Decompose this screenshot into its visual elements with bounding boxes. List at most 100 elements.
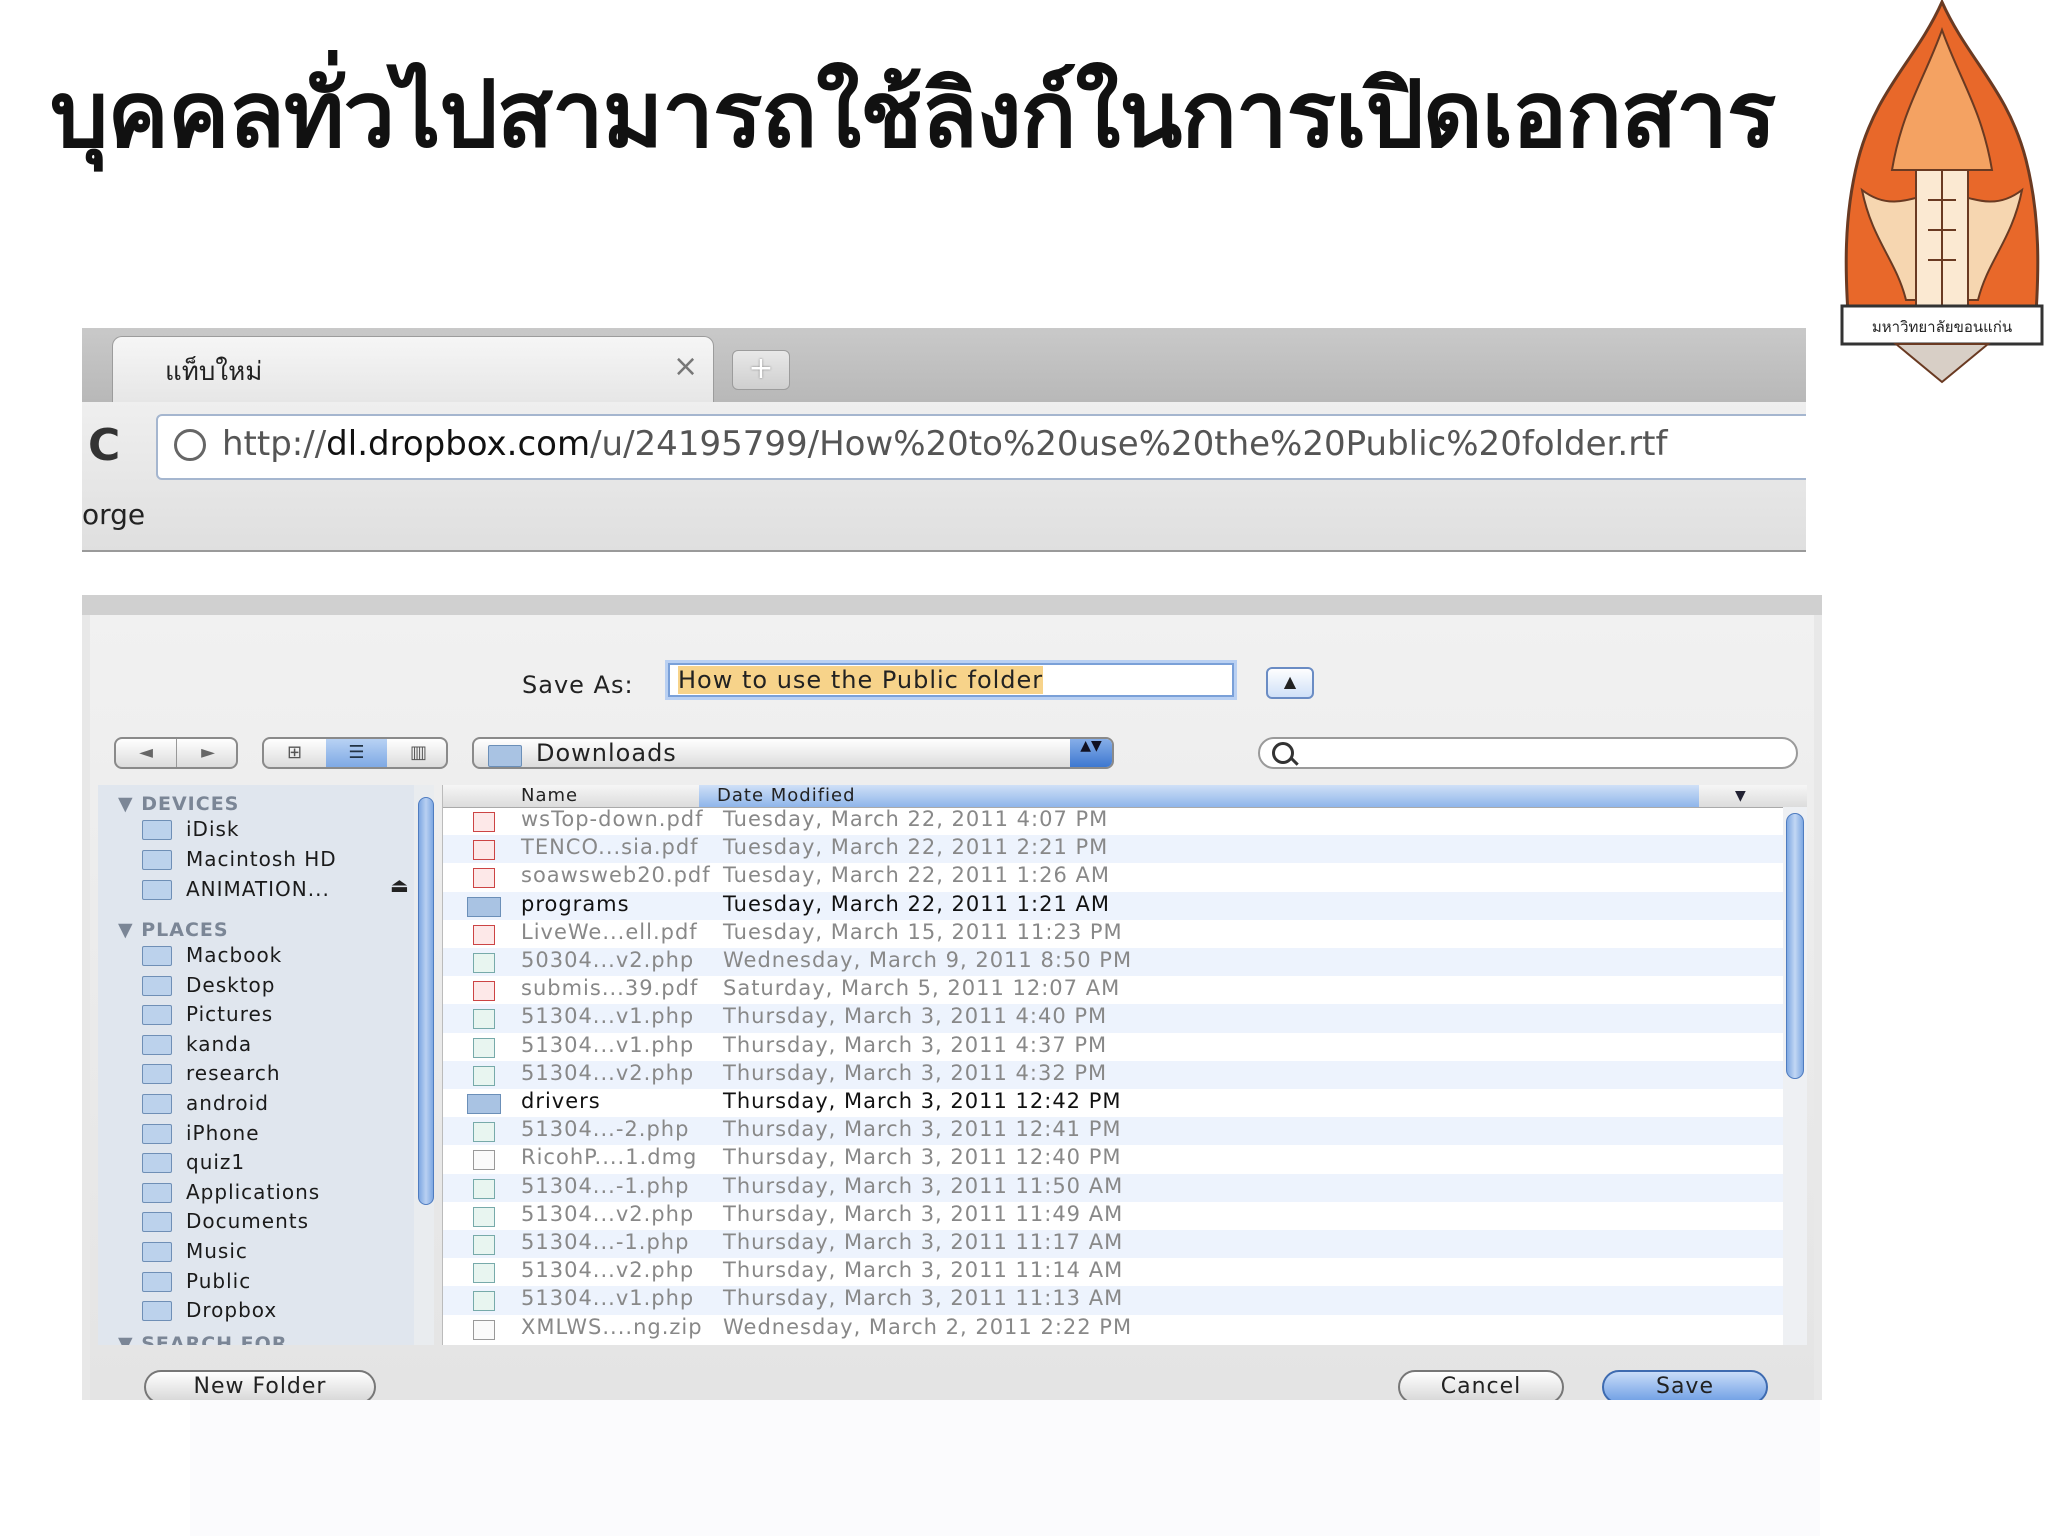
new-tab-button[interactable]: +	[732, 350, 790, 390]
save-dialog: Save As: How to use the Public folder ▲ …	[82, 595, 1822, 1400]
new-folder-button[interactable]: New Folder	[144, 1370, 376, 1400]
search-input[interactable]	[1258, 737, 1798, 769]
file-name: 51304...v1.php	[521, 1032, 695, 1057]
folder-icon	[488, 745, 522, 767]
file-name: 51304...v1.php	[521, 1004, 695, 1029]
file-row[interactable]: LiveWe...ell.pdf Tuesday, March 15, 2011 …	[443, 920, 1783, 948]
file-date-modified: Thursday, March 3, 2011 12:42 PM	[723, 1089, 1122, 1113]
file-date-modified: Thursday, March 3, 2011 4:37 PM	[723, 1032, 1108, 1057]
file-row[interactable]: 51304...v2.php Thursday, March 3, 2011 11…	[443, 1258, 1783, 1286]
sidebar-item-label: research	[186, 1061, 281, 1086]
file-row[interactable]: submis...39.pdf Saturday, March 5, 2011 1…	[443, 976, 1783, 1004]
sidebar-item-label: Pictures	[186, 1002, 274, 1027]
sidebar-section-devices[interactable]: ▼ DEVICES	[118, 793, 239, 815]
back-forward-control: ◄ ►	[114, 737, 238, 769]
file-row[interactable]: XMLWS....ng.zip Wednesday, March 2, 2011 …	[443, 1315, 1783, 1343]
location-popup[interactable]: Downloads ▲▼	[472, 737, 1114, 769]
file-row[interactable]: soawsweb20.pdf Tuesday, March 22, 2011 1:…	[443, 863, 1783, 891]
pdf-file-icon	[473, 924, 495, 945]
file-row[interactable]: RicohP....1.dmg Thursday, March 3, 2011 1…	[443, 1145, 1783, 1173]
folder-icon	[142, 1182, 172, 1203]
sidebar-item-label: Macbook	[186, 943, 283, 967]
sidebar-item-label: iDisk	[186, 817, 240, 841]
browser-window: แท็บใหม่ × + C http://dl.dropbox.com/u/2…	[82, 328, 1806, 552]
bookmark-item[interactable]: orge	[82, 498, 145, 531]
sidebar-item-label: Dropbox	[186, 1298, 278, 1323]
file-date-modified: Tuesday, March 22, 2011 1:21 AM	[723, 891, 1110, 916]
expand-dialog-button[interactable]: ▲	[1266, 667, 1314, 699]
forward-arrow-icon[interactable]: ►	[178, 739, 238, 767]
folder-icon	[142, 1212, 172, 1233]
column-view-icon[interactable]: ▥	[388, 739, 449, 767]
folder-icon	[142, 1153, 172, 1174]
file-row[interactable]: 50304...v2.php Wednesday, March 9, 2011 8…	[443, 948, 1783, 977]
tab-strip: แท็บใหม่ × +	[82, 328, 1806, 403]
sidebar-item-label: iPhone	[186, 1120, 260, 1145]
file-list-scrollbar[interactable]	[1783, 807, 1807, 1345]
sidebar: ▼ DEVICES ⏏ ▼ PLACES ▼ SEARCH FOR iDisk M…	[98, 785, 434, 1345]
php-file-icon	[473, 953, 495, 973]
url-scheme: http://	[222, 424, 327, 464]
sidebar-item-label: android	[186, 1091, 269, 1115]
sidebar-item-label: Music	[186, 1239, 248, 1263]
cancel-button[interactable]: Cancel	[1398, 1370, 1564, 1400]
file-date-modified: Tuesday, March 22, 2011 4:07 PM	[723, 807, 1109, 831]
back-arrow-icon[interactable]: ◄	[116, 739, 177, 767]
pdf-file-icon	[473, 981, 495, 1002]
php-file-icon	[473, 1263, 495, 1284]
column-name-header[interactable]: Name	[521, 785, 578, 807]
sidebar-item-label: ANIMATION...	[186, 877, 330, 901]
file-row[interactable]: TENCO...sia.pdf Tuesday, March 22, 2011 2…	[443, 835, 1783, 864]
save-as-label: Save As:	[522, 671, 634, 699]
icon-view-icon[interactable]: ⊞	[264, 739, 325, 767]
slide-title: บุคคลทั่วไปสามารถใช้ลิงก์ในการเปิดเอกสาร	[50, 61, 1776, 168]
folder-icon	[142, 1034, 172, 1055]
file-row[interactable]: 51304...v1.php Thursday, March 3, 2011 4:…	[443, 1004, 1783, 1033]
php-file-icon	[473, 1235, 495, 1255]
file-name: soawsweb20.pdf	[521, 863, 711, 888]
file-row[interactable]: 51304...v2.php Thursday, March 3, 2011 4:…	[443, 1060, 1783, 1089]
file-name: 51304...v2.php	[521, 1060, 695, 1085]
file-name: submis...39.pdf	[521, 976, 699, 1001]
url-text[interactable]: http://dl.dropbox.com/u/24195799/How%20t…	[222, 424, 1668, 464]
php-file-icon	[473, 1291, 495, 1312]
file-row[interactable]: programs Tuesday, March 22, 2011 1:21 AM	[443, 891, 1783, 920]
address-bar[interactable]: http://dl.dropbox.com/u/24195799/How%20t…	[156, 414, 1806, 480]
save-button[interactable]: Save	[1602, 1370, 1768, 1400]
save-dialog-panel: Save As: How to use the Public folder ▲ …	[90, 615, 1814, 1400]
sidebar-section-places[interactable]: ▼ PLACES	[118, 919, 229, 941]
file-row[interactable]: 51304...-1.php Thursday, March 3, 2011 11…	[443, 1173, 1783, 1202]
folder-icon	[142, 1123, 172, 1144]
sidebar-scrollbar[interactable]	[414, 785, 434, 1345]
file-row[interactable]: drivers Thursday, March 3, 2011 12:42 PM	[443, 1089, 1783, 1117]
reload-icon[interactable]: C	[88, 420, 120, 471]
folder-icon	[142, 1064, 172, 1085]
file-row[interactable]: 51304...v1.php Thursday, March 3, 2011 11…	[443, 1286, 1783, 1315]
save-as-field[interactable]: How to use the Public folder	[668, 663, 1234, 697]
file-row[interactable]: 51304...v2.php Thursday, March 3, 2011 11…	[443, 1202, 1783, 1230]
sidebar-scroll-thumb[interactable]	[418, 797, 434, 1205]
tab-title: แท็บใหม่	[165, 357, 263, 387]
list-view-icon[interactable]: ☰	[326, 739, 387, 767]
folder-icon	[142, 1301, 172, 1322]
file-row[interactable]: 51304...v1.php Thursday, March 3, 2011 4:…	[443, 1033, 1783, 1061]
php-file-icon	[473, 1065, 495, 1086]
sidebar-section-search-for[interactable]: ▼ SEARCH FOR	[118, 1333, 287, 1345]
search-icon	[1272, 742, 1294, 764]
file-row[interactable]: 51304...-1.php Thursday, March 3, 2011 11…	[443, 1230, 1783, 1259]
file-list-scroll-thumb[interactable]	[1786, 813, 1804, 1079]
close-tab-icon[interactable]: ×	[673, 349, 698, 384]
pdf-file-icon	[473, 812, 495, 832]
file-name: RicohP....1.dmg	[521, 1145, 698, 1170]
php-file-icon	[473, 1037, 495, 1058]
tab-new-tab[interactable]: แท็บใหม่ ×	[112, 336, 714, 403]
folder-icon	[467, 1094, 501, 1114]
file-date-modified: Thursday, March 3, 2011 12:41 PM	[723, 1117, 1122, 1142]
eject-icon[interactable]: ⏏	[390, 873, 409, 897]
file-date-modified: Tuesday, March 22, 2011 2:21 PM	[723, 835, 1109, 860]
file-row[interactable]: 51304...-2.php Thursday, March 3, 2011 12…	[443, 1117, 1783, 1146]
pdf-file-icon	[473, 868, 495, 889]
globe-icon	[174, 429, 206, 461]
column-date-header[interactable]: Date Modified	[699, 785, 1699, 807]
file-row[interactable]: wsTop-down.pdf Tuesday, March 22, 2011 4:…	[443, 807, 1783, 835]
